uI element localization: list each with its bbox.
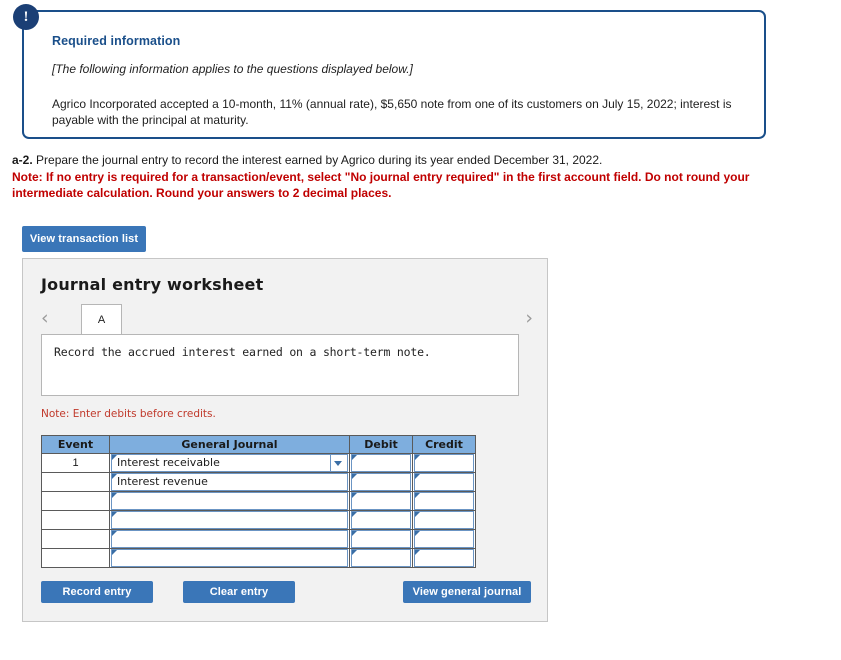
column-header-event: Event: [41, 435, 110, 454]
debit-cell: [349, 453, 413, 473]
account-select-5[interactable]: [111, 530, 348, 548]
table-row: [41, 548, 476, 568]
cell-marker-icon: [112, 474, 117, 479]
credit-cell: [412, 491, 476, 511]
cell-marker-icon: [352, 474, 357, 479]
cell-marker-icon: [415, 474, 420, 479]
credit-input-6[interactable]: [414, 549, 474, 567]
view-general-journal-button[interactable]: View general journal: [403, 581, 531, 603]
cell-marker-icon: [415, 455, 420, 460]
debit-cell: [349, 529, 413, 549]
column-header-general-journal: General Journal: [109, 435, 350, 454]
general-journal-cell: Interest receivable: [109, 453, 350, 473]
table-row: [41, 529, 476, 549]
cell-marker-icon: [415, 512, 420, 517]
debit-cell: [349, 472, 413, 492]
table-row: 1 Interest receivable: [41, 453, 476, 473]
journal-entry-table: Event General Journal Debit Credit 1 Inte…: [41, 435, 476, 568]
event-cell: [41, 472, 110, 492]
general-journal-cell: [109, 548, 350, 568]
event-cell: [41, 548, 110, 568]
account-select-3[interactable]: [111, 492, 348, 510]
view-transaction-list-button[interactable]: View transaction list: [22, 226, 146, 252]
debit-input-4[interactable]: [351, 511, 411, 529]
general-journal-cell: [109, 491, 350, 511]
question-label: a-2.: [12, 153, 33, 167]
cell-marker-icon: [352, 455, 357, 460]
enter-debits-before-credits-note: Note: Enter debits before credits.: [41, 408, 216, 420]
required-information-subtitle: [The following information applies to th…: [52, 62, 413, 76]
cell-marker-icon: [352, 550, 357, 555]
debit-input-3[interactable]: [351, 492, 411, 510]
credit-input-2[interactable]: [414, 473, 474, 491]
general-journal-cell: [109, 510, 350, 530]
debit-cell: [349, 548, 413, 568]
cell-marker-icon: [112, 493, 117, 498]
exclamation-icon: !: [13, 4, 39, 30]
credit-input-1[interactable]: [414, 454, 474, 472]
worksheet-title: Journal entry worksheet: [41, 275, 264, 294]
account-select-1[interactable]: Interest receivable: [111, 454, 348, 472]
table-row: [41, 491, 476, 511]
column-header-debit: Debit: [349, 435, 413, 454]
cell-marker-icon: [112, 512, 117, 517]
cell-marker-icon: [112, 455, 117, 460]
cell-marker-icon: [112, 550, 117, 555]
cell-marker-icon: [415, 550, 420, 555]
debit-input-5[interactable]: [351, 530, 411, 548]
cell-marker-icon: [352, 531, 357, 536]
worksheet-description-box: Record the accrued interest earned on a …: [41, 334, 519, 396]
journal-entry-worksheet-panel: Journal entry worksheet ‹ A › Record the…: [22, 258, 548, 622]
general-journal-cell: [109, 529, 350, 549]
question-block: a-2. Prepare the journal entry to record…: [12, 152, 802, 201]
credit-cell: [412, 453, 476, 473]
table-row: [41, 510, 476, 530]
general-journal-cell: Interest revenue: [109, 472, 350, 492]
account-select-2[interactable]: Interest revenue: [111, 473, 348, 491]
credit-input-3[interactable]: [414, 492, 474, 510]
clear-entry-button[interactable]: Clear entry: [183, 581, 295, 603]
worksheet-tab-a[interactable]: A: [81, 304, 122, 334]
previous-tab-arrow-icon[interactable]: ‹: [41, 306, 49, 330]
credit-cell: [412, 510, 476, 530]
credit-cell: [412, 548, 476, 568]
event-cell: 1: [41, 453, 110, 473]
worksheet-description-text: Record the accrued interest earned on a …: [54, 345, 431, 359]
next-tab-arrow-icon[interactable]: ›: [525, 306, 533, 330]
account-value: Interest revenue: [117, 475, 208, 488]
cell-marker-icon: [112, 531, 117, 536]
column-header-credit: Credit: [412, 435, 476, 454]
credit-input-5[interactable]: [414, 530, 474, 548]
question-prompt: a-2. Prepare the journal entry to record…: [12, 152, 802, 168]
event-cell: [41, 491, 110, 511]
debit-cell: [349, 491, 413, 511]
cell-marker-icon: [352, 493, 357, 498]
event-cell: [41, 510, 110, 530]
table-row: Interest revenue: [41, 472, 476, 492]
debit-input-2[interactable]: [351, 473, 411, 491]
credit-cell: [412, 472, 476, 492]
record-entry-button[interactable]: Record entry: [41, 581, 153, 603]
question-note: Note: If no entry is required for a tran…: [12, 170, 750, 200]
table-header-row: Event General Journal Debit Credit: [41, 435, 476, 454]
credit-input-4[interactable]: [414, 511, 474, 529]
event-cell: [41, 529, 110, 549]
cell-marker-icon: [352, 512, 357, 517]
cell-marker-icon: [415, 493, 420, 498]
question-text: Prepare the journal entry to record the …: [36, 153, 603, 167]
account-select-4[interactable]: [111, 511, 348, 529]
chevron-down-icon[interactable]: [330, 455, 345, 471]
required-information-panel: Required information [The following info…: [22, 10, 766, 139]
cell-marker-icon: [415, 531, 420, 536]
account-value: Interest receivable: [117, 456, 220, 469]
account-select-6[interactable]: [111, 549, 348, 567]
required-information-body: Agrico Incorporated accepted a 10-month,…: [52, 97, 732, 127]
debit-input-6[interactable]: [351, 549, 411, 567]
debit-cell: [349, 510, 413, 530]
worksheet-tab-strip: ‹ A ›: [41, 304, 533, 334]
debit-input-1[interactable]: [351, 454, 411, 472]
required-information-title: Required information: [52, 34, 181, 48]
credit-cell: [412, 529, 476, 549]
